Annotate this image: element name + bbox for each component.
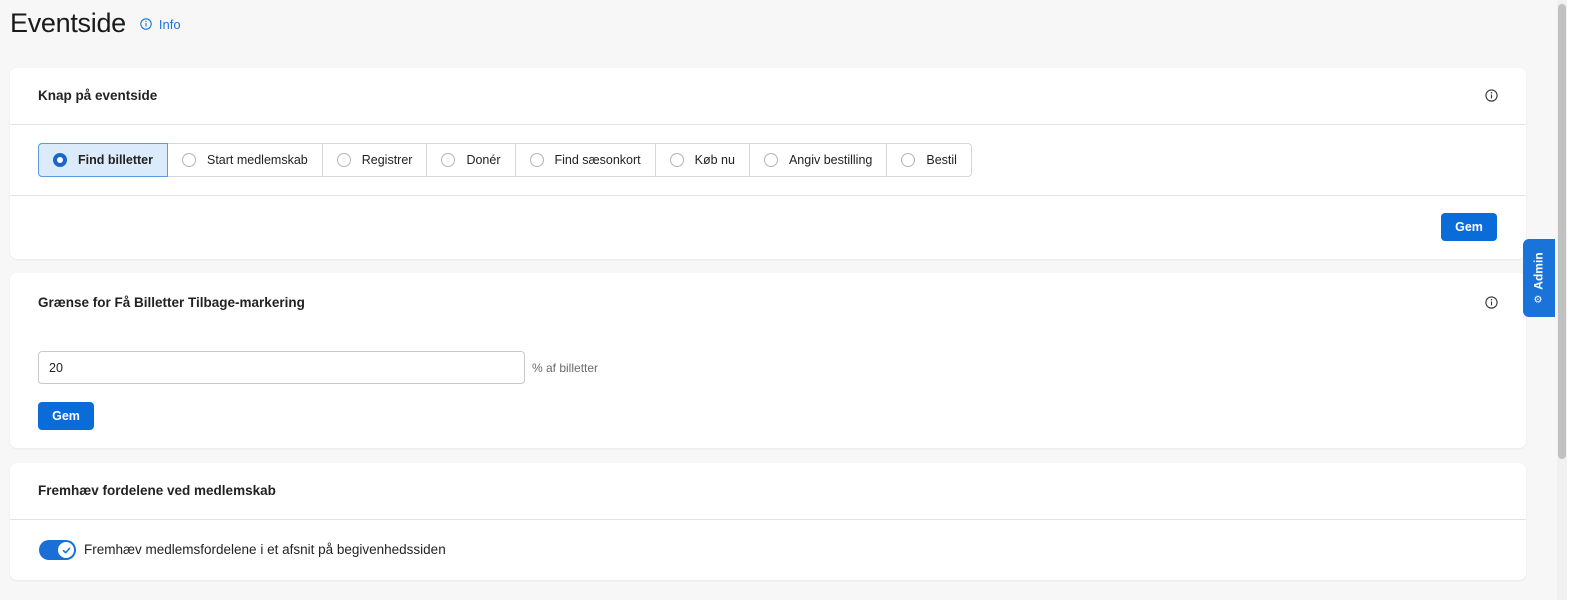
scrollbar[interactable]: [1557, 0, 1567, 600]
option-bestil[interactable]: Bestil: [887, 144, 971, 176]
info-link-label: Info: [158, 16, 181, 32]
option-start-medlemskab[interactable]: Start medlemskab: [168, 144, 323, 176]
radio-icon: [669, 153, 684, 167]
info-icon[interactable]: [1485, 89, 1498, 107]
toggle-knob: [58, 542, 74, 558]
option-label: Find sæsonkort: [554, 153, 641, 167]
option-doner[interactable]: Donér: [427, 144, 516, 176]
membership-benefits-card-title: Fremhæv fordelene ved medlemskab: [38, 483, 276, 498]
page-header: Eventside Info: [10, 6, 181, 40]
scrollbar-thumb[interactable]: [1558, 4, 1566, 459]
event-button-card-title: Knap på eventside: [38, 88, 158, 103]
option-find-saesonkort[interactable]: Find sæsonkort: [516, 144, 656, 176]
radio-icon: [901, 153, 916, 167]
info-icon: [140, 18, 152, 30]
few-tickets-limit-card: Grænse for Få Billetter Tilbage-markerin…: [10, 273, 1526, 448]
page-margin: [1567, 0, 1595, 600]
radio-selected-icon: [53, 153, 67, 167]
admin-tab[interactable]: ⚙ Admin: [1523, 239, 1555, 317]
option-label: Donér: [466, 153, 501, 167]
option-label: Find billetter: [78, 153, 153, 167]
option-kob-nu[interactable]: Køb nu: [656, 144, 750, 176]
option-label: Start medlemskab: [207, 153, 308, 167]
few-tickets-limit-card-title: Grænse for Få Billetter Tilbage-markerin…: [38, 295, 305, 310]
option-label: Bestil: [926, 153, 957, 167]
check-icon: [62, 547, 70, 553]
info-link[interactable]: Info: [140, 17, 181, 32]
option-label: Køb nu: [694, 153, 735, 167]
option-registrer[interactable]: Registrer: [323, 144, 428, 176]
radio-icon: [182, 153, 196, 167]
option-find-billetter[interactable]: Find billetter: [38, 143, 168, 177]
membership-benefits-card: Fremhæv fordelene ved medlemskab Fremhæv…: [10, 463, 1526, 580]
save-button[interactable]: Gem: [1441, 213, 1497, 241]
event-button-card: Knap på eventside Find billetter Start m…: [10, 68, 1526, 259]
percent-suffix: % af billetter: [532, 361, 599, 375]
gear-icon: ⚙: [1533, 294, 1545, 304]
toggle-label: Fremhæv medlemsfordelene i et afsnit på …: [84, 542, 446, 557]
divider: [10, 195, 1526, 196]
radio-icon: [441, 153, 456, 167]
admin-tab-label: Admin: [1532, 252, 1546, 290]
save-button[interactable]: Gem: [38, 402, 94, 430]
membership-benefits-toggle[interactable]: [39, 540, 76, 560]
event-button-options: Find billetter Start medlemskab Registre…: [38, 143, 972, 177]
divider: [10, 519, 1526, 520]
radio-icon: [336, 153, 351, 167]
percent-input[interactable]: 20: [38, 351, 525, 384]
info-icon[interactable]: [1485, 296, 1498, 314]
radio-icon: [529, 153, 544, 167]
option-label: Angiv bestilling: [788, 153, 873, 167]
option-angiv-bestilling[interactable]: Angiv bestilling: [750, 144, 888, 176]
option-label: Registrer: [361, 153, 413, 167]
divider: [10, 124, 1526, 125]
radio-icon: [763, 153, 778, 167]
page-title: Eventside: [10, 7, 126, 38]
